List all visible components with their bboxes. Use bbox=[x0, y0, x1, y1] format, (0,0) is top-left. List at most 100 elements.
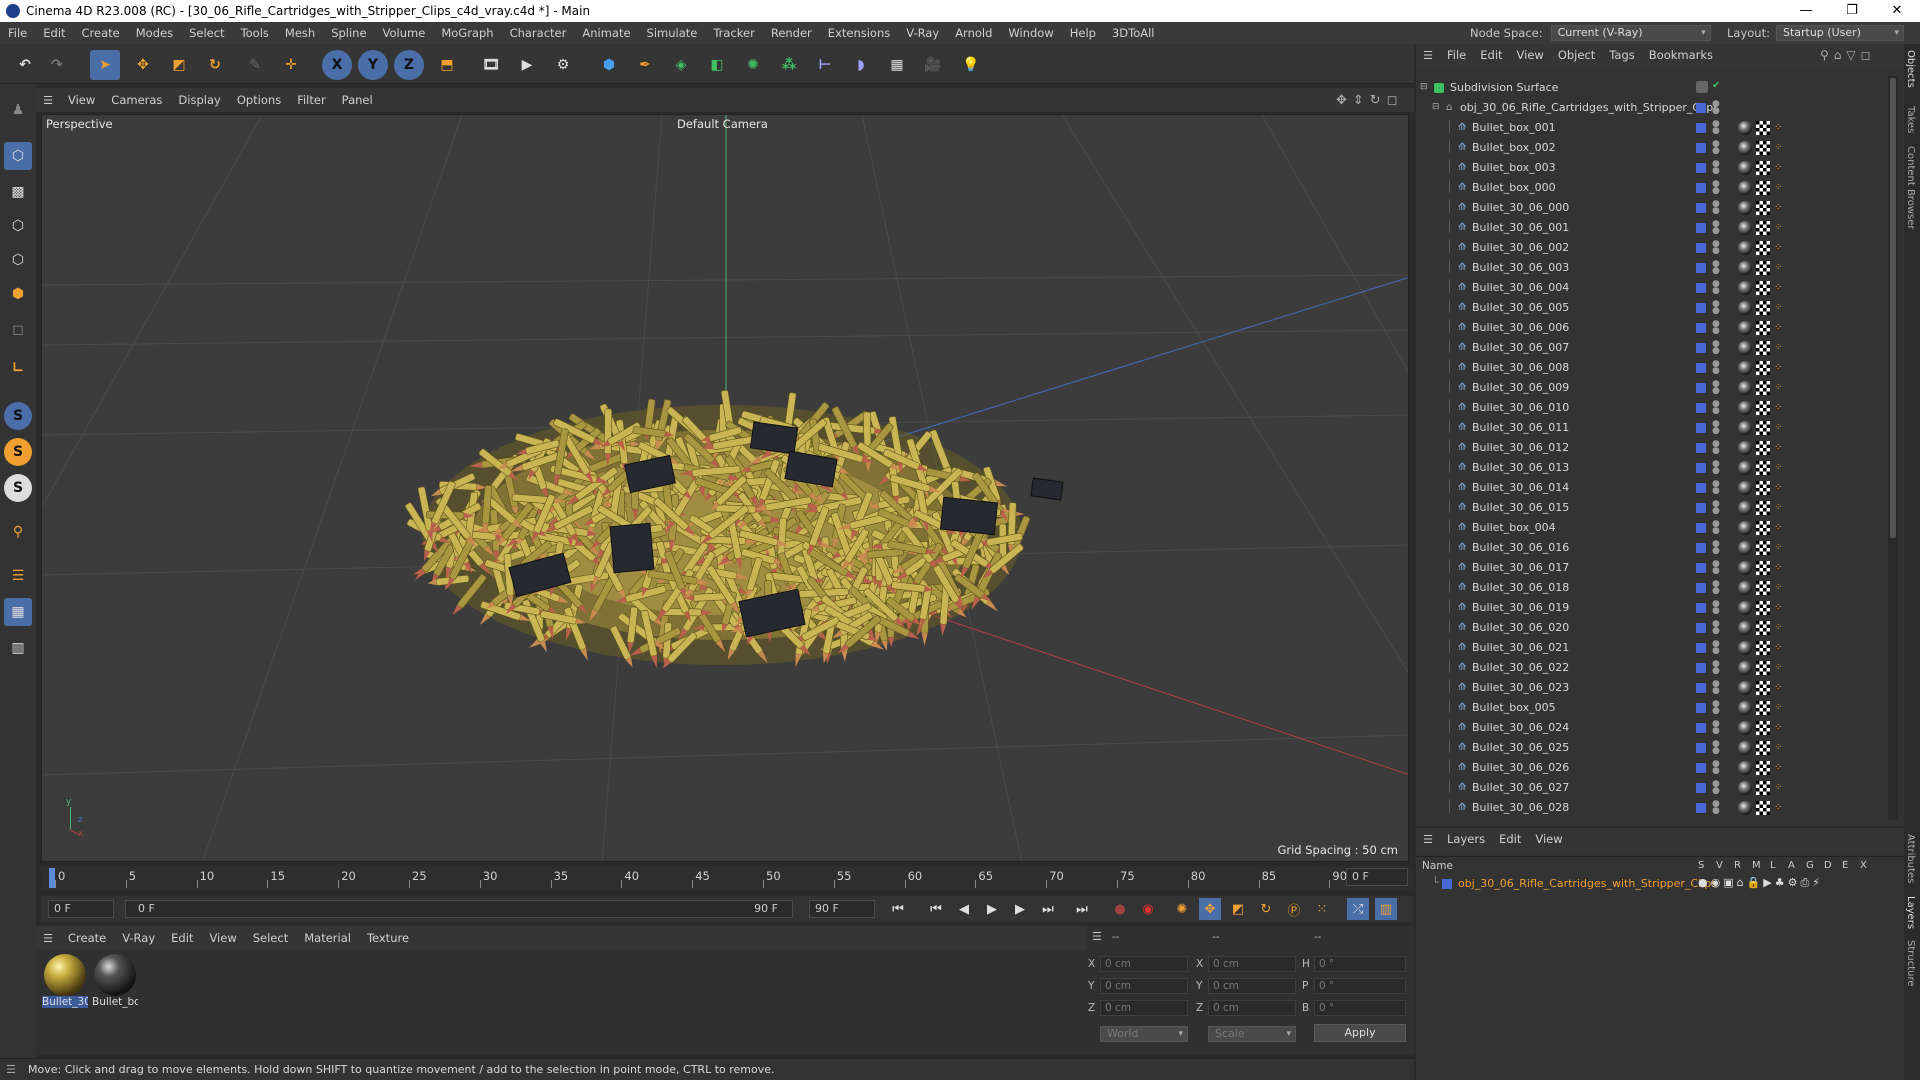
object-row[interactable]: │ ⟰ Bullet_30_06_005 ● ● ⁘ bbox=[1416, 298, 1888, 318]
phong-tag-icon[interactable]: ⁘ bbox=[1774, 463, 1784, 473]
visibility-dots-icon[interactable]: ● ● bbox=[1712, 780, 1720, 796]
scale-tool-icon[interactable]: ◩ bbox=[164, 50, 194, 80]
phong-tag-icon[interactable]: ⁘ bbox=[1774, 263, 1784, 273]
layer-color-icon[interactable] bbox=[1696, 723, 1706, 733]
layer-color-icon[interactable] bbox=[1696, 543, 1706, 553]
grid-snap-icon[interactable]: ▦ bbox=[4, 598, 32, 626]
material-swatch[interactable]: Bullet_bo bbox=[92, 954, 138, 1010]
move-tool-icon[interactable]: ✥ bbox=[128, 50, 158, 80]
layer-color-icon[interactable] bbox=[1696, 803, 1706, 813]
layer-color-icon[interactable] bbox=[1696, 323, 1706, 333]
layers-menu-edit[interactable]: Edit bbox=[1492, 832, 1528, 846]
z-axis-lock-button[interactable]: Z bbox=[394, 50, 424, 80]
object-row[interactable]: │ ⟰ Bullet_30_06_016 ● ● ⁘ bbox=[1416, 538, 1888, 558]
menu-help[interactable]: Help bbox=[1062, 22, 1104, 44]
object-search-filter-icons[interactable]: ⚲⌂▽◻ bbox=[1820, 48, 1876, 62]
material-tag-icon[interactable] bbox=[1738, 521, 1752, 535]
object-row[interactable]: │ ⟰ Bullet_30_06_025 ● ● ⁘ bbox=[1416, 738, 1888, 758]
layer-color-icon[interactable] bbox=[1696, 183, 1706, 193]
play-icon[interactable]: ▶ bbox=[981, 898, 1003, 920]
rotate-tool-icon[interactable]: ↻ bbox=[200, 50, 230, 80]
polygons-mode-icon[interactable]: ⬢ bbox=[4, 280, 32, 308]
material-tag-icon[interactable] bbox=[1738, 281, 1752, 295]
menu-mograph[interactable]: MoGraph bbox=[433, 22, 501, 44]
visibility-dots-icon[interactable]: ● ● bbox=[1712, 680, 1720, 696]
layer-color-icon[interactable] bbox=[1696, 423, 1706, 433]
object-row[interactable]: │ ⟰ Bullet_box_003 ● ● ⁘ bbox=[1416, 158, 1888, 178]
object-row[interactable]: │ ⟰ Bullet_box_001 ● ● ⁘ bbox=[1416, 118, 1888, 138]
visibility-dots-icon[interactable]: ● ● bbox=[1712, 360, 1720, 376]
uv-mode-icon[interactable]: ◻ bbox=[4, 316, 32, 344]
material-tag-icon[interactable] bbox=[1738, 321, 1752, 335]
uvw-tag-icon[interactable] bbox=[1756, 181, 1770, 195]
size-z-field[interactable]: 0 cm bbox=[1208, 1000, 1296, 1016]
menu-tools[interactable]: Tools bbox=[233, 22, 277, 44]
phong-tag-icon[interactable]: ⁘ bbox=[1774, 603, 1784, 613]
viewport-camera-name[interactable]: Default Camera bbox=[677, 117, 768, 131]
node-space-dropdown[interactable]: Current (V-Ray) bbox=[1550, 25, 1711, 41]
uvw-tag-icon[interactable] bbox=[1756, 641, 1770, 655]
visibility-dots-icon[interactable]: ● ● bbox=[1712, 240, 1720, 256]
visibility-dots-icon[interactable]: ● ● bbox=[1712, 720, 1720, 736]
layer-color-icon[interactable] bbox=[1696, 623, 1706, 633]
material-tag-icon[interactable] bbox=[1738, 501, 1752, 515]
visibility-dots-icon[interactable]: ● ● bbox=[1712, 280, 1720, 296]
object-menu-object[interactable]: Object bbox=[1551, 48, 1602, 62]
render-settings-icon[interactable]: ⚙ bbox=[548, 50, 578, 80]
phong-tag-icon[interactable]: ⁘ bbox=[1774, 323, 1784, 333]
menu-tracker[interactable]: Tracker bbox=[705, 22, 763, 44]
coordinate-system-icon[interactable]: ⬒ bbox=[432, 50, 462, 80]
phong-tag-icon[interactable]: ⁘ bbox=[1774, 523, 1784, 533]
layer-color-icon[interactable] bbox=[1696, 303, 1706, 313]
layer-color-icon[interactable] bbox=[1696, 243, 1706, 253]
object-row[interactable]: │ ⟰ Bullet_30_06_000 ● ● ⁘ bbox=[1416, 198, 1888, 218]
phong-tag-icon[interactable]: ⁘ bbox=[1774, 343, 1784, 353]
quantize-icon[interactable]: S bbox=[4, 474, 32, 502]
object-scrollbar[interactable] bbox=[1888, 76, 1898, 820]
material-menu-material[interactable]: Material bbox=[296, 931, 359, 945]
pos-x-field[interactable]: 0 cm bbox=[1100, 956, 1188, 972]
material-tag-icon[interactable] bbox=[1738, 221, 1752, 235]
material-tag-icon[interactable] bbox=[1738, 301, 1752, 315]
uvw-tag-icon[interactable] bbox=[1756, 601, 1770, 615]
object-row[interactable]: │ ⟰ Bullet_30_06_004 ● ● ⁘ bbox=[1416, 278, 1888, 298]
visibility-dots-icon[interactable]: ● ● bbox=[1712, 520, 1720, 536]
enable-axis-icon[interactable]: ∟ bbox=[4, 354, 32, 382]
phong-tag-icon[interactable]: ⁘ bbox=[1774, 123, 1784, 133]
viewport-menu-view[interactable]: View bbox=[60, 93, 103, 107]
points-mode-icon[interactable]: ⬡ bbox=[4, 212, 32, 240]
phong-tag-icon[interactable]: ⁘ bbox=[1774, 363, 1784, 373]
visibility-dots-icon[interactable]: ● ● bbox=[1712, 340, 1720, 356]
phong-tag-icon[interactable]: ⁘ bbox=[1774, 383, 1784, 393]
phong-tag-icon[interactable]: ⁘ bbox=[1774, 183, 1784, 193]
visibility-dots-icon[interactable]: ● ● bbox=[1712, 580, 1720, 596]
object-row[interactable]: │ ⟰ Bullet_box_005 ● ● ⁘ bbox=[1416, 698, 1888, 718]
tab-objects[interactable]: Objects bbox=[1905, 50, 1916, 88]
material-tag-icon[interactable] bbox=[1738, 381, 1752, 395]
menu-create[interactable]: Create bbox=[74, 22, 128, 44]
next-key-icon[interactable]: ⏭ bbox=[1037, 898, 1059, 920]
visibility-dots-icon[interactable]: ● ● bbox=[1712, 180, 1720, 196]
phong-tag-icon[interactable]: ⁘ bbox=[1774, 583, 1784, 593]
apply-button[interactable]: Apply bbox=[1314, 1024, 1406, 1042]
layers-menu-layers[interactable]: Layers bbox=[1440, 832, 1492, 846]
key-position-icon[interactable]: ✥ bbox=[1199, 898, 1221, 920]
layer-color-icon[interactable] bbox=[1696, 103, 1706, 113]
phong-tag-icon[interactable]: ⁘ bbox=[1774, 443, 1784, 453]
current-frame-field[interactable]: 0 F bbox=[1346, 868, 1408, 886]
object-menu-view[interactable]: View bbox=[1510, 48, 1551, 62]
visibility-dots-icon[interactable]: ● ● bbox=[1712, 800, 1720, 816]
layer-color-icon[interactable] bbox=[1696, 743, 1706, 753]
material-tag-icon[interactable] bbox=[1738, 261, 1752, 275]
key-parameter-icon[interactable]: Ⓟ bbox=[1283, 898, 1305, 920]
size-mode-dropdown[interactable]: Scale bbox=[1208, 1026, 1296, 1042]
menu-extensions[interactable]: Extensions bbox=[820, 22, 898, 44]
phong-tag-icon[interactable]: ⁘ bbox=[1774, 283, 1784, 293]
material-swatch[interactable]: Bullet_30 bbox=[42, 954, 88, 1010]
material-menu-vray[interactable]: V-Ray bbox=[114, 931, 163, 945]
object-row[interactable]: │ ⟰ Bullet_30_06_003 ● ● ⁘ bbox=[1416, 258, 1888, 278]
snap-settings-icon[interactable]: S bbox=[4, 438, 32, 466]
layer-color-icon[interactable] bbox=[1696, 783, 1706, 793]
uvw-tag-icon[interactable] bbox=[1756, 661, 1770, 675]
uvw-tag-icon[interactable] bbox=[1756, 161, 1770, 175]
